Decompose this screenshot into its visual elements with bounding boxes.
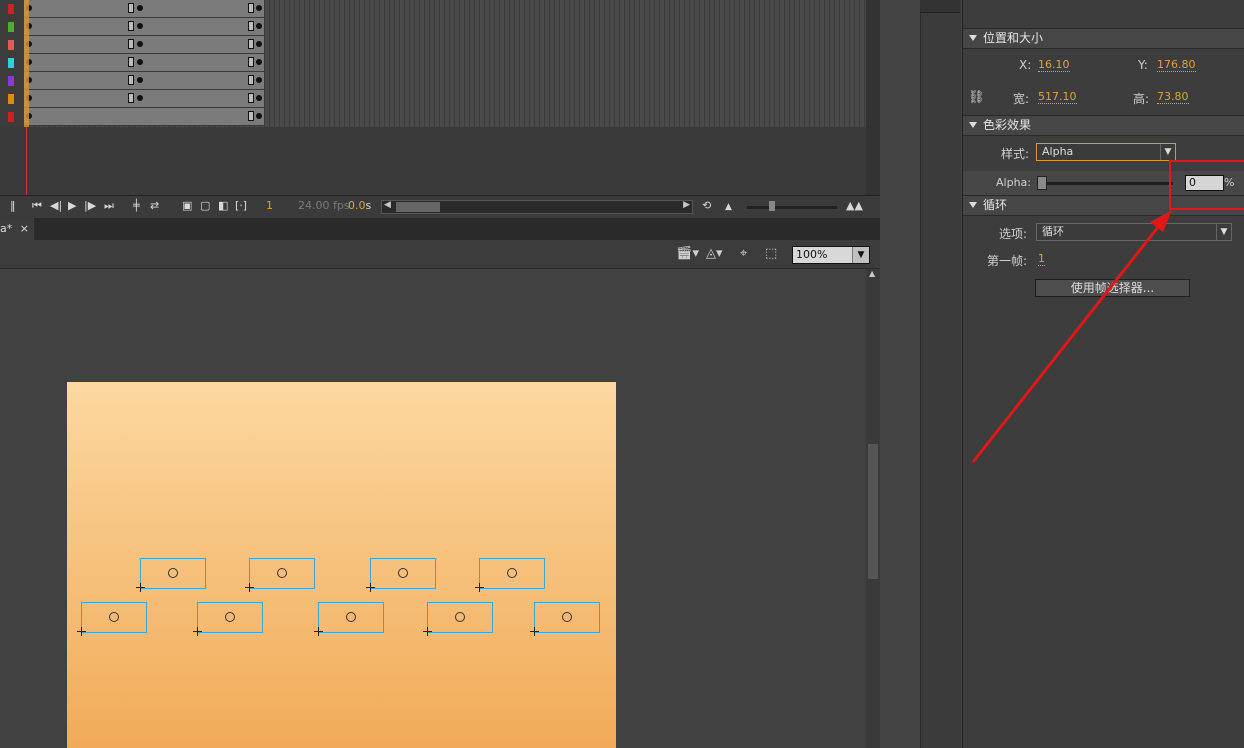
annotation-arrow — [971, 210, 1172, 463]
annotation-arrow-head — [1150, 210, 1172, 232]
annotation-arrow-line — [971, 221, 1164, 463]
